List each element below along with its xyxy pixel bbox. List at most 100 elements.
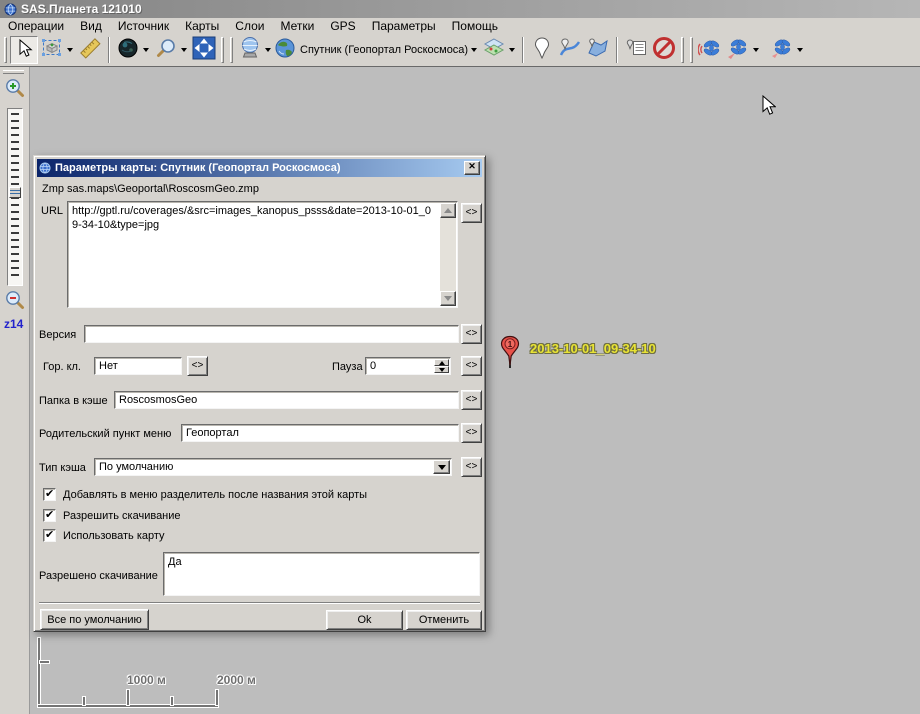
- version-script-button[interactable]: <>: [461, 324, 482, 344]
- scroll-down-button[interactable]: [440, 291, 456, 306]
- url-script-button[interactable]: <>: [461, 203, 482, 223]
- cache-type-dropdown-button[interactable]: [433, 460, 450, 474]
- ruler-button[interactable]: [76, 36, 104, 64]
- hotkey-field[interactable]: Нет: [94, 357, 182, 375]
- selection-tool-icon: [41, 37, 63, 62]
- gps-position-button[interactable]: [768, 36, 796, 64]
- polygon-icon: [586, 36, 610, 63]
- cancel-button[interactable]: Отменить: [406, 610, 482, 630]
- map-select-dropdown-icon[interactable]: [471, 48, 477, 52]
- gps-track-button[interactable]: [724, 36, 752, 64]
- spin-up-icon: [439, 361, 445, 365]
- download-allowed-field[interactable]: Да: [163, 552, 480, 596]
- parent-menu-field[interactable]: Геопортал: [181, 424, 459, 442]
- zoom-panel: z14: [0, 67, 30, 714]
- menu-item-operations[interactable]: Операции: [0, 19, 72, 33]
- toolbar-grip[interactable]: [221, 37, 224, 63]
- dialog-titlebar[interactable]: Параметры карты: Спутник (Геопортал Роск…: [37, 159, 482, 177]
- url-field[interactable]: http://gptl.ru/coverages/&src=images_kan…: [67, 201, 458, 308]
- main-toolbar: Спутник (Геопортал Роскосмоса): [0, 33, 920, 67]
- svg-text:1: 1: [508, 340, 513, 349]
- dialog-close-button[interactable]: [464, 161, 480, 175]
- cache-type-script-button[interactable]: <>: [461, 457, 482, 477]
- dialog-icon: [39, 162, 51, 174]
- menu-item-maps[interactable]: Карты: [177, 19, 227, 33]
- globe-stand-dropdown-icon[interactable]: [265, 48, 271, 52]
- dark-globe-dropdown-icon[interactable]: [143, 48, 149, 52]
- magnifier-icon: [155, 37, 177, 62]
- zoom-in-button[interactable]: [3, 77, 27, 101]
- menu-item-help[interactable]: Помощь: [444, 19, 506, 33]
- placemark-icon: [533, 36, 551, 63]
- menu-item-gps[interactable]: GPS: [322, 19, 363, 33]
- fullscreen-icon: [192, 36, 216, 63]
- url-scrollbar[interactable]: [440, 203, 456, 306]
- zoom-slider-handle[interactable]: [9, 187, 21, 198]
- defaults-button[interactable]: Все по умолчанию: [40, 609, 149, 630]
- map-marker[interactable]: 1: [500, 335, 520, 372]
- cache-folder-field[interactable]: RoscosmosGeo: [114, 391, 459, 409]
- scroll-up-button[interactable]: [440, 203, 456, 218]
- add-polygon-button[interactable]: [584, 36, 612, 64]
- fullscreen-button[interactable]: [190, 36, 218, 64]
- menu-item-marks[interactable]: Метки: [272, 19, 322, 33]
- menu-item-settings[interactable]: Параметры: [364, 19, 444, 33]
- selection-tool-dropdown-icon[interactable]: [67, 48, 73, 52]
- pause-script-button[interactable]: <>: [461, 356, 482, 376]
- magnifier-dropdown-icon[interactable]: [181, 48, 187, 52]
- add-path-button[interactable]: [556, 36, 584, 64]
- menu-item-source[interactable]: Источник: [110, 19, 177, 33]
- menu-item-layers[interactable]: Слои: [227, 19, 272, 33]
- mouse-cursor-icon: [762, 95, 776, 120]
- use-map-checkbox-label: Использовать карту: [63, 530, 165, 542]
- magnifier-tool-button[interactable]: [152, 36, 180, 64]
- scale-label-1000: 1000 м: [127, 673, 166, 687]
- zoom-panel-grip[interactable]: [3, 70, 24, 74]
- toolbar-grip[interactable]: [4, 37, 7, 63]
- cache-folder-script-button[interactable]: <>: [461, 390, 482, 410]
- dialog-separator: [39, 602, 480, 604]
- ok-button[interactable]: Ok: [326, 610, 403, 630]
- separator-checkbox[interactable]: [43, 488, 56, 501]
- cache-type-combo[interactable]: По умолчанию: [94, 458, 452, 476]
- cursor-tool-button[interactable]: [10, 36, 38, 64]
- gps-track-dropdown-icon[interactable]: [753, 48, 759, 52]
- pause-spinner[interactable]: 0: [365, 357, 451, 375]
- menu-item-view[interactable]: Вид: [72, 19, 110, 33]
- version-label: Версия: [39, 329, 76, 341]
- toolbar-grip[interactable]: [690, 37, 693, 63]
- layers-dropdown-icon[interactable]: [509, 48, 515, 52]
- hotkey-script-button[interactable]: <>: [187, 356, 208, 376]
- gps-connect-button[interactable]: [696, 36, 724, 64]
- scale-horizontal-line: [38, 705, 218, 707]
- use-map-checkbox[interactable]: [43, 529, 56, 542]
- pause-spin-buttons[interactable]: [434, 359, 449, 373]
- globe-stand-button[interactable]: [236, 36, 264, 64]
- allow-download-checkbox-label: Разрешить скачивание: [63, 510, 181, 522]
- marker-label[interactable]: 2013-10-01_09-34-10: [530, 341, 656, 356]
- no-marks-icon: [652, 36, 676, 63]
- window-titlebar[interactable]: SAS.Планета 121010: [0, 0, 920, 18]
- zoom-slider[interactable]: [7, 108, 23, 286]
- hide-marks-button[interactable]: [650, 36, 678, 64]
- placemark-manager-button[interactable]: [622, 36, 650, 64]
- allow-download-checkbox[interactable]: [43, 509, 56, 522]
- add-placemark-button[interactable]: [528, 36, 556, 64]
- gps-position-dropdown-icon[interactable]: [797, 48, 803, 52]
- spin-down-button[interactable]: [434, 366, 449, 373]
- globe-stand-icon: [239, 36, 261, 63]
- toolbar-grip[interactable]: [681, 37, 684, 63]
- dark-globe-button[interactable]: [114, 36, 142, 64]
- parent-menu-script-button[interactable]: <>: [461, 423, 482, 443]
- placemark-list-icon: [624, 36, 648, 63]
- dark-globe-icon: [117, 37, 139, 62]
- zmp-label: Zmp: [42, 183, 64, 195]
- spin-down-icon: [439, 368, 445, 372]
- zoom-out-button[interactable]: [3, 289, 27, 313]
- spin-up-button[interactable]: [434, 359, 449, 366]
- version-field[interactable]: [84, 325, 459, 343]
- selection-tool-button[interactable]: [38, 36, 66, 64]
- map-select-control[interactable]: Спутник (Геопортал Роскосмоса): [274, 37, 480, 62]
- layers-select-button[interactable]: [480, 36, 508, 64]
- toolbar-grip[interactable]: [230, 37, 233, 63]
